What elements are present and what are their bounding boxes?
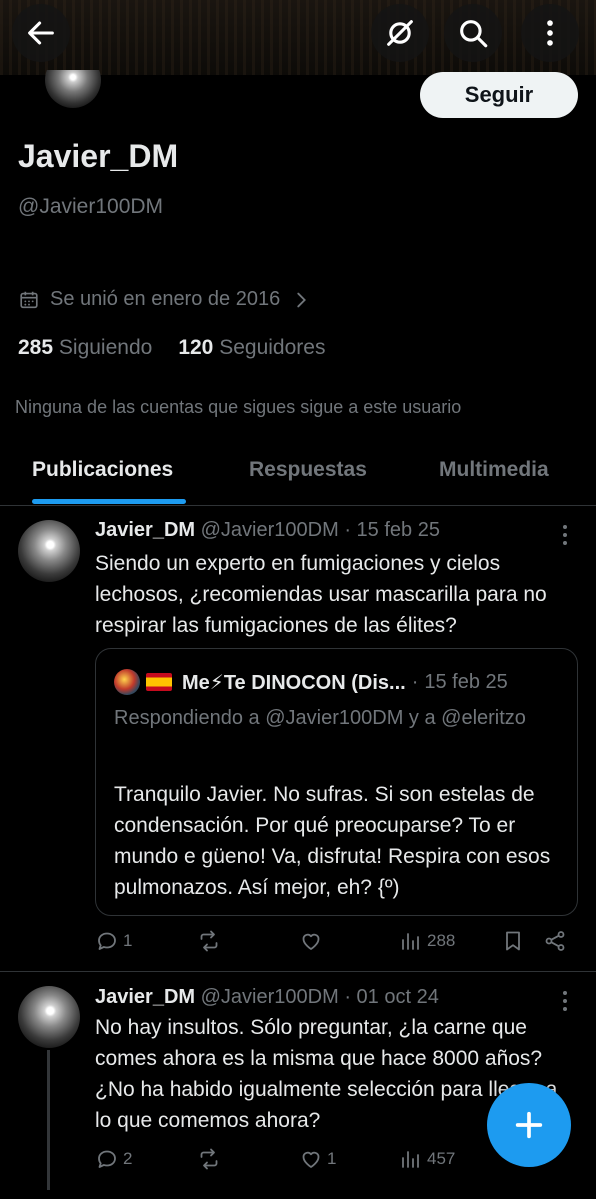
tab-multimedia[interactable]: Multimedia [439,458,549,482]
quoted-text: Tranquilo Javier. No sufras. Si son este… [114,783,551,899]
post-separator: · [344,986,351,1008]
tab-respuestas[interactable]: Respuestas [249,458,367,482]
reply-button[interactable]: 1 [95,929,132,953]
post-meta: Javier_DM @Javier100DM · 01 oct 24 [95,986,439,1009]
post-meta: Javier_DM @Javier100DM · 15 feb 25 [95,519,440,542]
heart-icon [302,933,320,950]
post-date[interactable]: 15 feb 25 [357,519,440,541]
views-button[interactable]: 457 [399,1147,455,1171]
profile-tabs: Publicaciones Respuestas Multimedia [0,440,596,506]
repost-button[interactable] [197,929,221,953]
search-button[interactable] [444,4,502,62]
reply-icon [98,932,116,950]
quoted-post[interactable]: Me⚡Te DINOCON (Dis... · 15 feb 25 Respon… [95,648,578,916]
views-count: 288 [427,931,456,950]
share-button[interactable] [543,929,567,953]
profile-avatar[interactable] [45,70,101,110]
heart-icon [302,1151,320,1168]
like-button[interactable] [299,929,323,953]
compose-button[interactable] [487,1083,571,1167]
bookmark-button[interactable] [501,929,525,953]
views-button[interactable]: 288 [399,929,455,953]
reply-count: 1 [123,931,133,950]
more-options-button[interactable] [521,4,579,62]
post-avatar[interactable] [18,986,80,1048]
post-date[interactable]: 01 oct 24 [357,986,439,1008]
bookmark-icon [506,931,520,951]
quoted-separator: · [411,670,419,693]
share-icon [545,931,565,951]
followers-count: 120 [178,336,214,359]
following-label: Siguiendo [58,336,153,359]
post-divider [0,971,596,972]
chevron-right-icon [297,292,307,307]
thread-line [47,1050,50,1190]
search-icon [460,20,488,48]
back-button[interactable] [12,4,70,62]
quoted-author-name: Me⚡Te DINOCON (Dis... [182,671,406,694]
like-button[interactable]: 1 [299,1147,336,1171]
profile-handle: @Javier100DM [18,195,164,218]
like-count: 1 [327,1149,337,1168]
views-count: 457 [427,1149,456,1168]
following-count: 285 [18,336,54,359]
spain-flag-icon [146,673,172,691]
arrow-left-icon [28,21,54,45]
profile-name: Javier_DM [18,138,179,174]
follow-button[interactable]: Seguir [420,72,578,118]
calendar-icon [20,291,38,308]
post-author-name[interactable]: Javier_DM [95,986,195,1008]
repost-button[interactable] [197,1147,221,1171]
followers-link[interactable]: 120 Seguidores [178,336,325,360]
profile-banner[interactable] [0,0,596,75]
reply-button[interactable]: 2 [95,1147,132,1171]
repost-icon [200,930,218,952]
mute-button[interactable] [371,4,429,62]
post-more-icon[interactable] [557,990,573,1012]
active-tab-indicator [32,499,186,504]
post-author-handle: @Javier100DM [200,519,339,541]
quoted-replying-to: Respondiendo a @Javier100DM y a @eleritz… [114,707,526,729]
plus-icon [515,1111,543,1139]
follow-stats: 285 Siguiendo 120 Seguidores [18,336,325,360]
post-actions: 1 288 [95,929,575,959]
more-vertical-icon [547,20,553,46]
followers-label: Seguidores [219,336,326,359]
views-chart-icon [402,1151,419,1168]
post-more-icon[interactable] [557,524,573,546]
post-text: Siendo un experto en fumigaciones y ciel… [95,552,547,637]
post-author-handle: @Javier100DM [200,986,339,1008]
tab-publicaciones[interactable]: Publicaciones [32,458,173,482]
mutual-followers-note: Ninguna de las cuentas que sigues sigue … [15,397,462,417]
post-separator: · [344,519,351,541]
repost-icon [200,1148,218,1170]
views-chart-icon [402,933,419,950]
post-author-name[interactable]: Javier_DM [95,519,195,541]
reply-icon [98,1150,116,1168]
reply-count: 2 [123,1149,133,1168]
slashed-circle-icon [387,20,413,46]
quoted-date: 15 feb 25 [424,670,508,693]
quoted-avatar [114,669,140,695]
following-link[interactable]: 285 Siguiendo [18,336,152,360]
joined-date-text: Se unió en enero de 2016 [50,288,281,310]
quoted-post-meta: Me⚡Te DINOCON (Dis... · 15 feb 25 [114,669,508,695]
joined-date-row[interactable]: Se unió en enero de 2016 [18,288,312,311]
post-avatar[interactable] [18,520,80,582]
